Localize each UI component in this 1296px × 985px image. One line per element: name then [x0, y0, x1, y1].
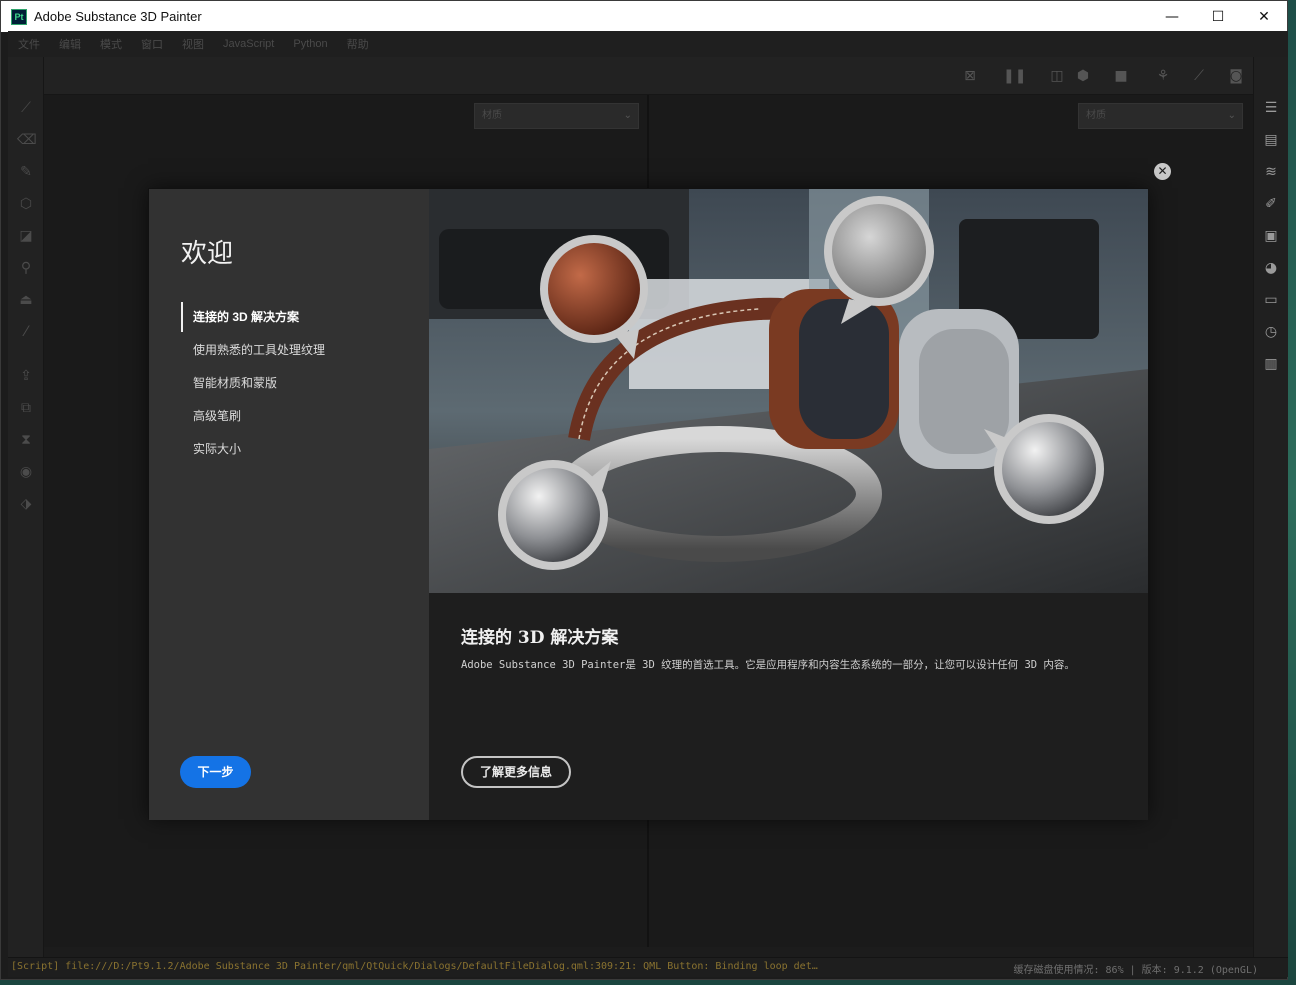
projection-icon[interactable]: ✎ — [17, 163, 35, 181]
welcome-nav: 连接的 3D 解决方案 使用熟悉的工具处理纹理 智能材质和蒙版 高级笔刷 实际大… — [181, 302, 411, 467]
paint-brush-icon[interactable]: ⟋ — [17, 99, 35, 117]
texture-set-list-icon[interactable]: ☰ — [1262, 99, 1280, 117]
window-title: Adobe Substance 3D Painter — [34, 9, 202, 24]
menu-file[interactable]: 文件 — [18, 36, 40, 52]
menu-bar: 文件 编辑 模式 窗口 视图 JavaScript Python 帮助 — [8, 31, 1288, 57]
log-icon[interactable]: ▥ — [1262, 355, 1280, 373]
chevron-down-icon: ⌄ — [1227, 110, 1236, 121]
assets-icon[interactable]: ▭ — [1262, 291, 1280, 309]
history-icon[interactable]: ◷ — [1262, 323, 1280, 341]
camera-settings-icon[interactable]: ◉ — [17, 463, 35, 481]
brush-icon[interactable]: ⟋ — [1189, 67, 1209, 85]
status-log-message[interactable]: [Script] file:///D:/Pt9.1.2/Adobe Substa… — [11, 961, 821, 972]
camera-video-icon[interactable]: ■ — [1111, 67, 1131, 85]
bake-icon[interactable]: ⧉ — [17, 399, 35, 417]
learn-more-button[interactable]: 了解更多信息 — [461, 756, 571, 788]
right-toolbar: ☰ ▤ ≋ ✐ ▣ ◕ ▭ ◷ ▥ — [1253, 57, 1288, 957]
window-controls: — ☐ ✕ — [1149, 1, 1287, 32]
display-settings-icon[interactable]: ▣ — [1262, 227, 1280, 245]
view-split-icon[interactable]: ◫ — [1047, 67, 1067, 85]
welcome-title: 欢迎 — [181, 239, 234, 269]
welcome-content: 连接的 3D 解决方案 Adobe Substance 3D Painter是 … — [429, 189, 1148, 820]
hourglass-icon[interactable]: ⧗ — [17, 431, 35, 449]
menu-javascript[interactable]: JavaScript — [223, 38, 274, 50]
properties-icon[interactable]: ✐ — [1262, 195, 1280, 213]
screenshot-camera-icon[interactable]: ◙ — [1226, 67, 1246, 85]
cube-icon[interactable]: ⬢ — [1073, 67, 1093, 85]
welcome-sidebar: 欢迎 连接的 3D 解决方案 使用熟悉的工具处理纹理 智能材质和蒙版 高级笔刷 … — [149, 189, 429, 820]
export-icon[interactable]: ⇪ — [17, 367, 35, 385]
nav-item-advanced-brushes[interactable]: 高级笔刷 — [181, 401, 411, 434]
status-cache-version: 缓存磁盘使用情况: 86% | 版本: 9.1.2 (OpenGL) — [1013, 965, 1259, 976]
content-description: Adobe Substance 3D Painter是 3D 纹理的首选工具。它… — [461, 659, 1075, 671]
menu-mode[interactable]: 模式 — [100, 36, 122, 52]
smudge-icon[interactable]: ⚲ — [17, 259, 35, 277]
shelf-icon[interactable]: ⬗ — [17, 495, 35, 513]
nav-item-familiar-tools[interactable]: 使用熟悉的工具处理纹理 — [181, 335, 411, 368]
menu-help[interactable]: 帮助 — [347, 36, 369, 52]
menu-edit[interactable]: 编辑 — [59, 36, 81, 52]
shader-settings-icon[interactable]: ◕ — [1262, 259, 1280, 277]
geometry-fill-icon[interactable]: ⬡ — [17, 195, 35, 213]
texture-set-settings-icon[interactable]: ▤ — [1262, 131, 1280, 149]
hero-image — [429, 189, 1148, 593]
menu-view[interactable]: 视图 — [182, 36, 204, 52]
dialog-close-icon[interactable]: ✕ — [1154, 163, 1171, 180]
welcome-dialog: 欢迎 连接的 3D 解决方案 使用熟悉的工具处理纹理 智能材质和蒙版 高级笔刷 … — [148, 188, 1148, 820]
layers-icon[interactable]: ≋ — [1262, 163, 1280, 181]
polygon-fill-icon[interactable]: ◪ — [17, 227, 35, 245]
viewport-2d-material-select[interactable]: 材质 ⌄ — [1078, 103, 1243, 129]
material-select-value: 材质 — [482, 110, 502, 121]
top-toolbar: ⊠ ❚❚ ◫ ⬢ ■ ⚘ ⟋ ◙ — [44, 57, 1253, 95]
title-bar: Pt Adobe Substance 3D Painter — ☐ ✕ — [1, 1, 1287, 32]
pause-icon[interactable]: ❚❚ — [1003, 67, 1026, 85]
eraser-icon[interactable]: ⌫ — [17, 131, 37, 149]
close-button[interactable]: ✕ — [1241, 1, 1287, 32]
left-toolbar: ⟋ ⌫ ✎ ⬡ ◪ ⚲ ⏏ ⁄ ⇪ ⧉ ⧗ ◉ ⬗ — [8, 57, 44, 957]
next-button[interactable]: 下一步 — [180, 756, 251, 788]
clone-stamp-icon[interactable]: ⏏ — [17, 291, 35, 309]
app-logo-icon: Pt — [11, 8, 27, 25]
hide-selection-icon[interactable]: ⊠ — [960, 67, 980, 85]
tree-icon[interactable]: ⚘ — [1153, 67, 1173, 85]
maximize-button[interactable]: ☐ — [1195, 1, 1241, 32]
chevron-down-icon: ⌄ — [623, 110, 632, 121]
viewport-3d-material-select[interactable]: 材质 ⌄ — [474, 103, 639, 129]
nav-item-actual-size[interactable]: 实际大小 — [181, 434, 411, 467]
nav-item-smart-materials[interactable]: 智能材质和蒙版 — [181, 368, 411, 401]
material-select-value: 材质 — [1086, 110, 1106, 121]
color-picker-icon[interactable]: ⁄ — [17, 323, 35, 341]
menu-python[interactable]: Python — [293, 38, 327, 50]
nav-item-connected-3d[interactable]: 连接的 3D 解决方案 — [181, 302, 411, 332]
menu-window[interactable]: 窗口 — [141, 36, 163, 52]
minimize-button[interactable]: — — [1149, 1, 1195, 32]
content-heading: 连接的 3D 解决方案 — [461, 628, 619, 648]
status-bar: [Script] file:///D:/Pt9.1.2/Adobe Substa… — [8, 957, 1288, 977]
